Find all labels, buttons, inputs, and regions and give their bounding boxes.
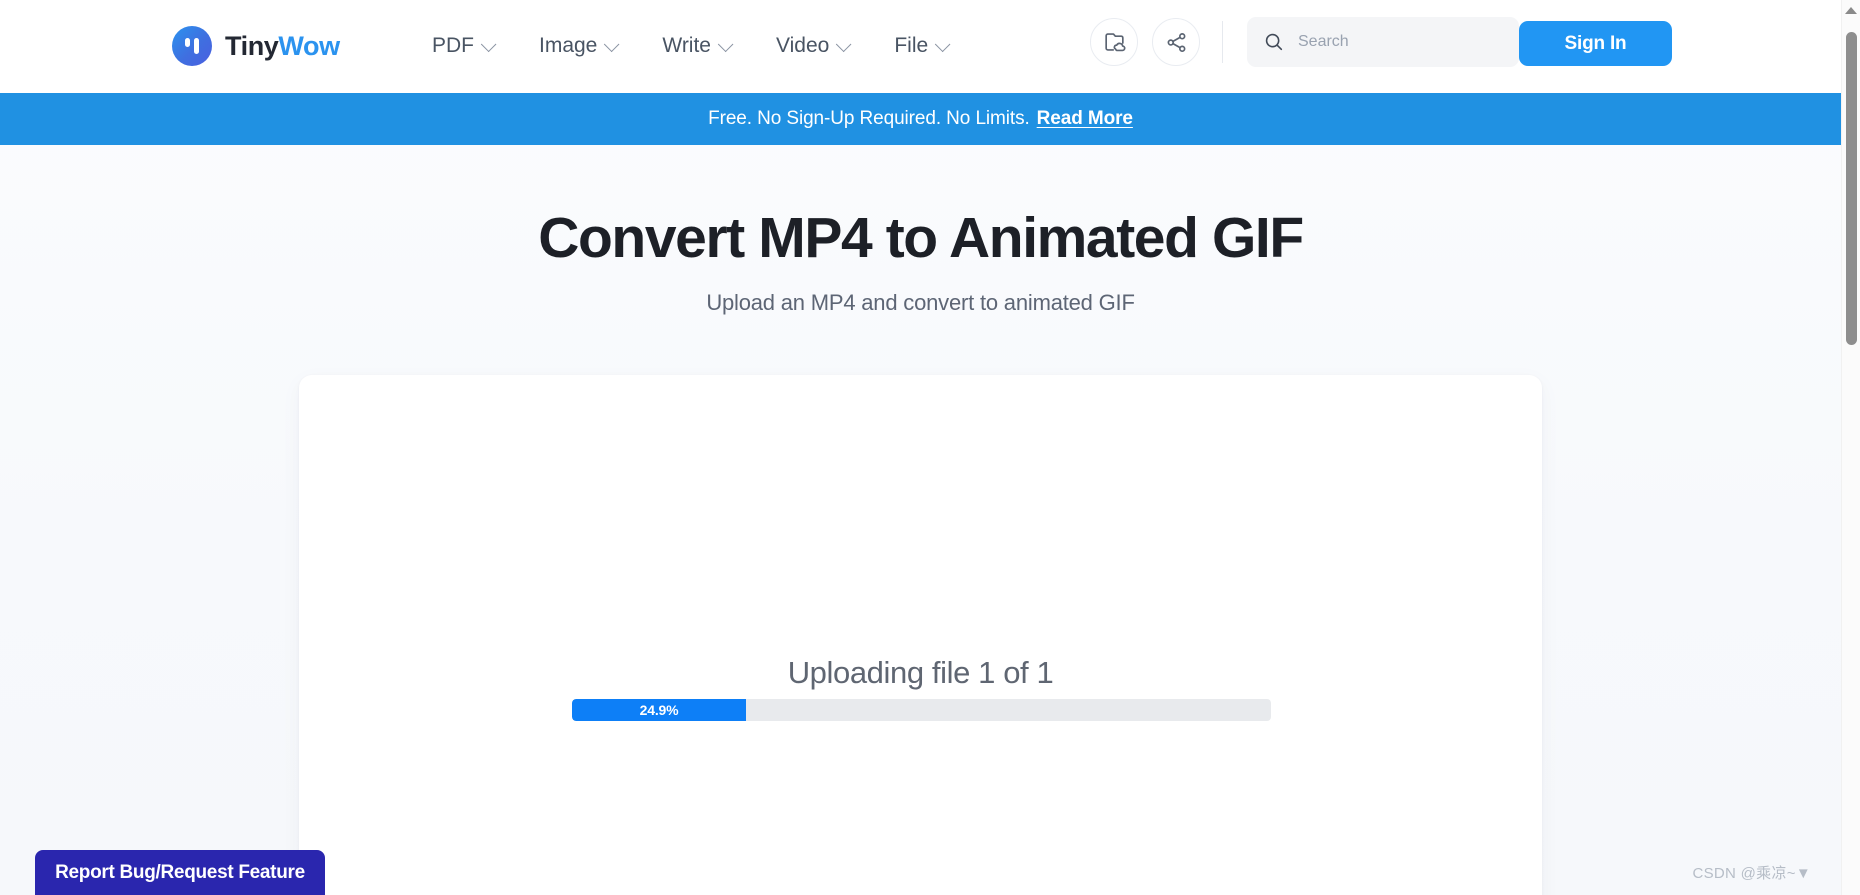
nav-item-video[interactable]: Video (776, 34, 852, 58)
brand-logo[interactable]: TinyWow (172, 26, 340, 66)
promo-banner: Free. No Sign-Up Required. No Limits. Re… (0, 93, 1841, 145)
main-navigation: PDF Image Write Video File (432, 26, 951, 66)
scroll-up-arrow-icon[interactable] (1845, 7, 1857, 14)
page-title: Convert MP4 to Animated GIF (538, 206, 1304, 270)
promo-banner-text: Free. No Sign-Up Required. No Limits. (708, 108, 1030, 129)
scrollbar-thumb[interactable] (1846, 32, 1857, 345)
chevron-down-icon (604, 36, 620, 52)
chevron-down-icon (935, 36, 951, 52)
report-bug-button[interactable]: Report Bug/Request Feature (35, 850, 325, 895)
folder-cloud-icon (1104, 32, 1125, 51)
nav-item-file[interactable]: File (894, 34, 951, 58)
search-box[interactable] (1247, 17, 1519, 67)
search-icon (1265, 33, 1283, 51)
chevron-down-icon (480, 36, 497, 52)
main-content: Convert MP4 to Animated GIF Upload an MP… (0, 145, 1841, 895)
upload-progress-fill: 24.9% (572, 699, 747, 721)
upload-progress-bar: 24.9% (572, 699, 1271, 721)
search-input[interactable] (1298, 33, 1488, 51)
share-icon (1167, 32, 1185, 52)
vertical-scrollbar[interactable] (1841, 0, 1860, 895)
nav-item-image[interactable]: Image (539, 34, 620, 58)
nav-item-label: Video (776, 34, 830, 57)
chevron-down-icon (717, 36, 734, 52)
nav-item-pdf[interactable]: PDF (432, 34, 497, 58)
read-more-link[interactable]: Read More (1037, 108, 1133, 130)
nav-item-label: Image (539, 34, 598, 57)
nav-item-write[interactable]: Write (662, 34, 734, 58)
my-files-button[interactable] (1090, 18, 1138, 66)
nav-item-label: File (894, 34, 929, 57)
upload-status-text: Uploading file 1 of 1 (787, 655, 1054, 690)
page-content: TinyWow PDF Image Write Video File Searc… (0, 0, 1841, 895)
chevron-down-icon (836, 36, 852, 52)
page-subtitle: Upload an MP4 and convert to animated GI… (706, 290, 1135, 315)
brand-name: TinyWow (225, 31, 340, 62)
tinywow-logo-icon (172, 26, 212, 66)
sign-in-button[interactable]: Sign In (1519, 21, 1672, 66)
upload-card[interactable]: Uploading file 1 of 1 24.9% (299, 375, 1542, 895)
site-header: TinyWow PDF Image Write Video File Searc… (0, 0, 1841, 93)
upload-progress-area: Uploading file 1 of 1 24.9% (299, 655, 1542, 721)
brand-name-part2: Wow (278, 30, 340, 61)
browser-viewport: TinyWow PDF Image Write Video File Searc… (0, 0, 1860, 895)
header-divider (1222, 21, 1223, 63)
share-button[interactable] (1152, 18, 1200, 66)
nav-item-label: Write (662, 34, 711, 57)
nav-item-label: PDF (432, 34, 474, 57)
brand-name-part1: Tiny (225, 30, 279, 61)
csdn-watermark: CSDN @乘凉~▼ (1692, 865, 1811, 882)
header-actions (1090, 17, 1519, 67)
